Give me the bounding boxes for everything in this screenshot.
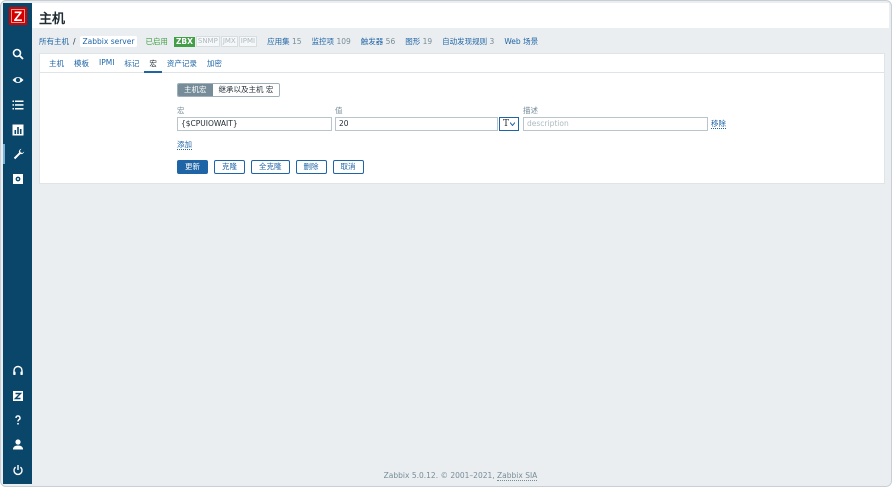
tab-host[interactable]: 主机 [44, 54, 69, 73]
gear-icon[interactable] [3, 169, 32, 189]
search-icon[interactable] [3, 44, 32, 64]
tab-macros[interactable]: 宏 [144, 54, 162, 73]
add-macro-link[interactable]: 添加 [177, 140, 192, 150]
power-icon[interactable] [3, 460, 32, 480]
tab-ipmi[interactable]: IPMI [94, 54, 119, 73]
status-enabled[interactable]: 已启用 [145, 36, 168, 47]
nav-items[interactable]: 监控项 109 [312, 36, 351, 47]
tab-tags[interactable]: 标记 [119, 54, 144, 73]
value-type-dropdown[interactable]: T [499, 117, 519, 131]
nav-web-scenarios[interactable]: Web 场景 [504, 36, 538, 47]
page-header: 主机 [32, 3, 889, 28]
nav-applications[interactable]: 应用集 15 [267, 36, 301, 47]
remove-macro-link[interactable]: 移除 [711, 119, 726, 129]
form-actions: 更新 克隆 全克隆 删除 取消 [177, 160, 364, 174]
macro-name-input[interactable]: {$CPUIOWAIT} [177, 117, 332, 131]
description-column-header: 描述 [523, 106, 538, 115]
update-button[interactable]: 更新 [177, 160, 208, 174]
host-macros-option[interactable]: 主机宏 [178, 84, 213, 96]
nav-graphs[interactable]: 图形 19 [405, 36, 432, 47]
cancel-button[interactable]: 取消 [332, 160, 364, 174]
tab-templates[interactable]: 模板 [69, 54, 94, 73]
nav-discovery-rules[interactable]: 自动发现规则 3 [442, 36, 494, 47]
inherited-macros-option[interactable]: 继承以及主机 宏 [212, 84, 280, 96]
list-icon[interactable] [3, 95, 32, 115]
value-column-header: 值 [335, 106, 343, 115]
tab-encryption[interactable]: 加密 [202, 54, 227, 73]
host-form: 主机 模板 IPMI 标记 宏 资产记录 加密 主机宏 继承以及主机 宏 宏 值… [39, 53, 885, 184]
nav-triggers[interactable]: 触发器 56 [361, 36, 395, 47]
chart-icon[interactable] [3, 120, 32, 140]
macro-description-input[interactable]: description [523, 117, 708, 131]
macro-value-input[interactable]: 20 [335, 117, 498, 131]
footer-company-link[interactable]: Zabbix SIA [497, 471, 538, 481]
jmx-availability-badge: JMX [220, 36, 238, 47]
footer-version: Zabbix 5.0.12. © 2001–2021, [383, 471, 495, 480]
text-type-icon: T [502, 119, 509, 129]
user-icon[interactable] [3, 434, 32, 454]
page-title: 主机 [39, 12, 66, 27]
clone-button[interactable]: 克隆 [214, 160, 245, 174]
host-tabs: 主机 模板 IPMI 标记 宏 资产记录 加密 [40, 54, 884, 73]
app-window: Z 主机 所有主机 / Zabbix server 已启用 ZBX SNMP J… [0, 0, 892, 487]
zbx-availability-badge: ZBX [173, 36, 195, 47]
breadcrumb: 所有主机 / Zabbix server 已启用 ZBX SNMP JMX IP… [39, 35, 538, 48]
delete-button[interactable]: 删除 [295, 160, 327, 174]
zabbix-share-icon[interactable] [3, 386, 32, 406]
breadcrumb-all-hosts[interactable]: 所有主机 [39, 36, 69, 47]
snmp-availability-badge: SNMP [195, 36, 220, 47]
headset-icon[interactable] [3, 361, 32, 381]
full-clone-button[interactable]: 全克隆 [251, 160, 290, 174]
help-icon[interactable] [3, 410, 32, 430]
chevron-down-icon [510, 122, 515, 126]
wrench-icon[interactable] [3, 144, 32, 164]
breadcrumb-current-host[interactable]: Zabbix server [79, 36, 138, 47]
macro-column-header: 宏 [177, 106, 185, 115]
macro-view-toggle: 主机宏 继承以及主机 宏 [177, 83, 281, 97]
sidebar: Z [3, 3, 32, 484]
breadcrumb-separator: / [73, 37, 76, 46]
footer: Zabbix 5.0.12. © 2001–2021, Zabbix SIA [32, 471, 889, 481]
tab-inventory[interactable]: 资产记录 [162, 54, 202, 73]
zabbix-logo[interactable]: Z [9, 7, 27, 25]
ipmi-availability-badge: IPMI [238, 36, 258, 47]
eye-icon[interactable] [3, 70, 32, 90]
